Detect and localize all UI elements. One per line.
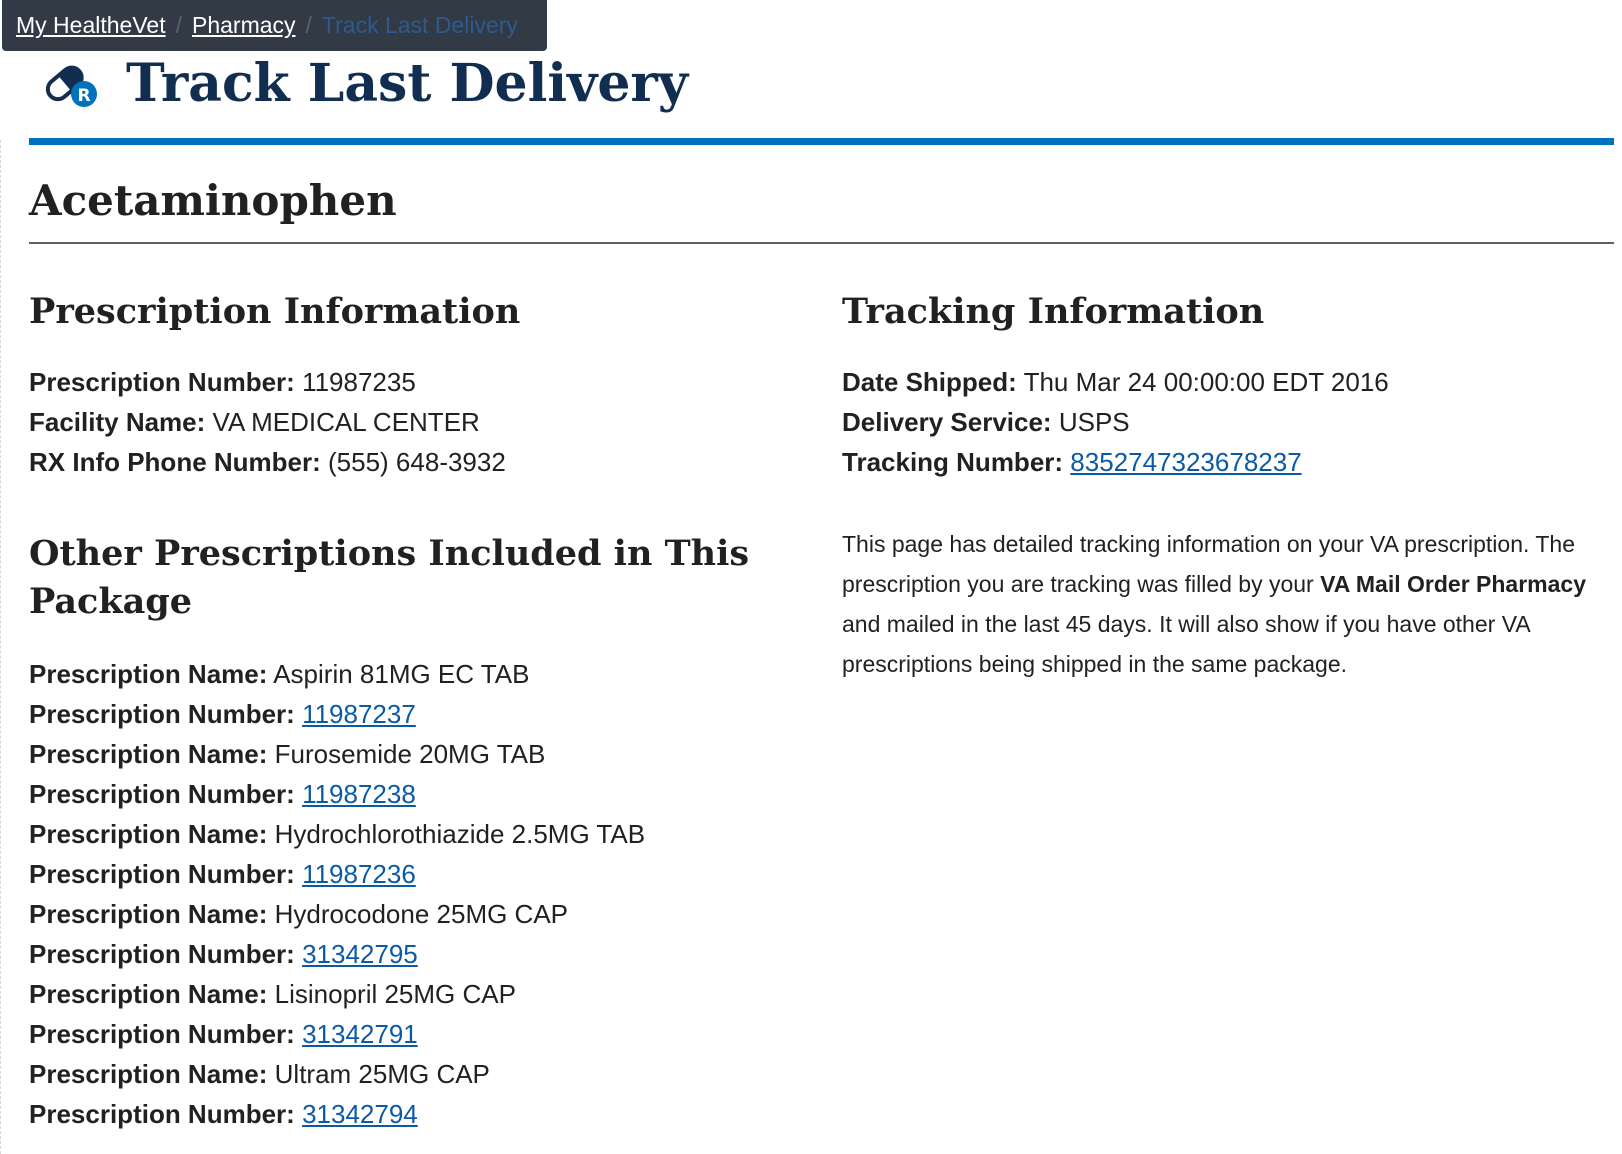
- tracking-description: This page has detailed tracking informat…: [842, 524, 1612, 684]
- other-prescription-name-value: Furosemide 20MG TAB: [274, 739, 546, 769]
- tracking-information-heading: Tracking Information: [842, 291, 1265, 332]
- prescription-information-heading: Prescription Information: [29, 291, 521, 332]
- other-prescription-number-row: Prescription Number: 11987236: [29, 854, 769, 894]
- other-prescription-number-row: Prescription Number: 31342791: [29, 1014, 769, 1054]
- prescription-number-row: Prescription Number: 11987235: [29, 362, 769, 402]
- rx-pill-icon: R: [45, 65, 97, 107]
- other-prescription-name-label: Prescription Name:: [29, 819, 268, 849]
- other-prescription-number-row: Prescription Number: 31342795: [29, 934, 769, 974]
- svg-text:R: R: [77, 86, 90, 106]
- prescription-number-label: Prescription Number:: [29, 367, 295, 397]
- other-prescription-number-label: Prescription Number:: [29, 1099, 295, 1129]
- rx-phone-row: RX Info Phone Number: (555) 648-3932: [29, 442, 769, 482]
- delivery-service-row: Delivery Service: USPS: [842, 402, 1612, 442]
- page-title: Track Last Delivery: [126, 53, 689, 114]
- prescription-column: Prescription Information Prescription Nu…: [29, 288, 769, 1134]
- other-prescription-name-value: Hydrochlorothiazide 2.5MG TAB: [274, 819, 646, 849]
- other-prescription-number-label: Prescription Number:: [29, 699, 295, 729]
- tracking-number-row: Tracking Number: 8352747323678237: [842, 442, 1612, 482]
- other-prescription-name-value: Lisinopril 25MG CAP: [274, 979, 516, 1009]
- other-prescription-number-row: Prescription Number: 11987237: [29, 694, 769, 734]
- facility-name-row: Facility Name: VA MEDICAL CENTER: [29, 402, 769, 442]
- tracking-column: Tracking Information Date Shipped: Thu M…: [842, 288, 1612, 707]
- other-prescription-name-value: Hydrocodone 25MG CAP: [274, 899, 569, 929]
- other-prescription-number-link[interactable]: 11987236: [302, 859, 416, 889]
- other-prescription-number-label: Prescription Number:: [29, 859, 295, 889]
- drug-name-heading: Acetaminophen: [29, 176, 397, 225]
- rx-phone-label: RX Info Phone Number:: [29, 447, 321, 477]
- facility-name-label: Facility Name:: [29, 407, 206, 437]
- other-prescription-name-label: Prescription Name:: [29, 659, 268, 689]
- drug-name-divider: [29, 242, 1614, 244]
- tracking-number-link[interactable]: 8352747323678237: [1070, 447, 1301, 477]
- other-prescription-number-link[interactable]: 31342795: [302, 939, 418, 969]
- other-prescription-name-row: Prescription Name: Hydrocodone 25MG CAP: [29, 894, 769, 934]
- title-divider: [29, 138, 1614, 145]
- other-prescription-name-row: Prescription Name: Ultram 25MG CAP: [29, 1054, 769, 1094]
- description-text-2: and mailed in the last 45 days. It will …: [842, 611, 1530, 677]
- other-prescription-number-link[interactable]: 11987238: [302, 779, 416, 809]
- breadcrumb-link-my-healthevet[interactable]: My HealtheVet: [16, 12, 166, 39]
- other-prescription-name-value: Aspirin 81MG EC TAB: [273, 659, 530, 689]
- other-prescription-number-link[interactable]: 31342794: [302, 1099, 418, 1129]
- prescription-number-value: 11987235: [302, 367, 416, 397]
- breadcrumb-current: Track Last Delivery: [321, 12, 518, 38]
- breadcrumb-separator: /: [305, 12, 312, 38]
- breadcrumb-link-pharmacy[interactable]: Pharmacy: [192, 12, 296, 39]
- facility-name-value: VA MEDICAL CENTER: [212, 407, 480, 437]
- prescription-details: Prescription Number: 11987235 Facility N…: [29, 362, 769, 482]
- date-shipped-label: Date Shipped:: [842, 367, 1017, 397]
- breadcrumb: My HealtheVet / Pharmacy / Track Last De…: [2, 0, 547, 51]
- other-prescription-number-label: Prescription Number:: [29, 939, 295, 969]
- other-prescription-name-value: Ultram 25MG CAP: [274, 1059, 490, 1089]
- rx-phone-value: (555) 648-3932: [328, 447, 506, 477]
- other-prescription-number-link[interactable]: 11987237: [302, 699, 416, 729]
- page-left-border: [0, 140, 2, 1154]
- date-shipped-value: Thu Mar 24 00:00:00 EDT 2016: [1023, 367, 1389, 397]
- other-prescription-name-row: Prescription Name: Furosemide 20MG TAB: [29, 734, 769, 774]
- other-prescription-number-label: Prescription Number:: [29, 779, 295, 809]
- other-prescription-name-label: Prescription Name:: [29, 979, 268, 1009]
- other-prescription-number-link[interactable]: 31342791: [302, 1019, 418, 1049]
- other-prescription-name-label: Prescription Name:: [29, 1059, 268, 1089]
- date-shipped-row: Date Shipped: Thu Mar 24 00:00:00 EDT 20…: [842, 362, 1612, 402]
- other-prescription-name-row: Prescription Name: Aspirin 81MG EC TAB: [29, 654, 769, 694]
- delivery-service-label: Delivery Service:: [842, 407, 1052, 437]
- delivery-service-value: USPS: [1058, 407, 1130, 437]
- other-prescription-name-row: Prescription Name: Hydrochlorothiazide 2…: [29, 814, 769, 854]
- other-prescription-number-label: Prescription Number:: [29, 1019, 295, 1049]
- other-prescriptions-list: Prescription Name: Aspirin 81MG EC TAB Pr…: [29, 654, 769, 1134]
- other-prescription-number-row: Prescription Number: 31342794: [29, 1094, 769, 1134]
- description-bold-pharmacy: VA Mail Order Pharmacy: [1320, 571, 1586, 597]
- other-prescription-name-label: Prescription Name:: [29, 899, 268, 929]
- tracking-number-label: Tracking Number:: [842, 447, 1064, 477]
- other-prescriptions-heading: Other Prescriptions Included in This Pac…: [29, 533, 750, 622]
- other-prescription-name-label: Prescription Name:: [29, 739, 268, 769]
- breadcrumb-separator: /: [175, 12, 182, 38]
- other-prescription-name-row: Prescription Name: Lisinopril 25MG CAP: [29, 974, 769, 1014]
- tracking-details: Date Shipped: Thu Mar 24 00:00:00 EDT 20…: [842, 362, 1612, 482]
- other-prescription-number-row: Prescription Number: 11987238: [29, 774, 769, 814]
